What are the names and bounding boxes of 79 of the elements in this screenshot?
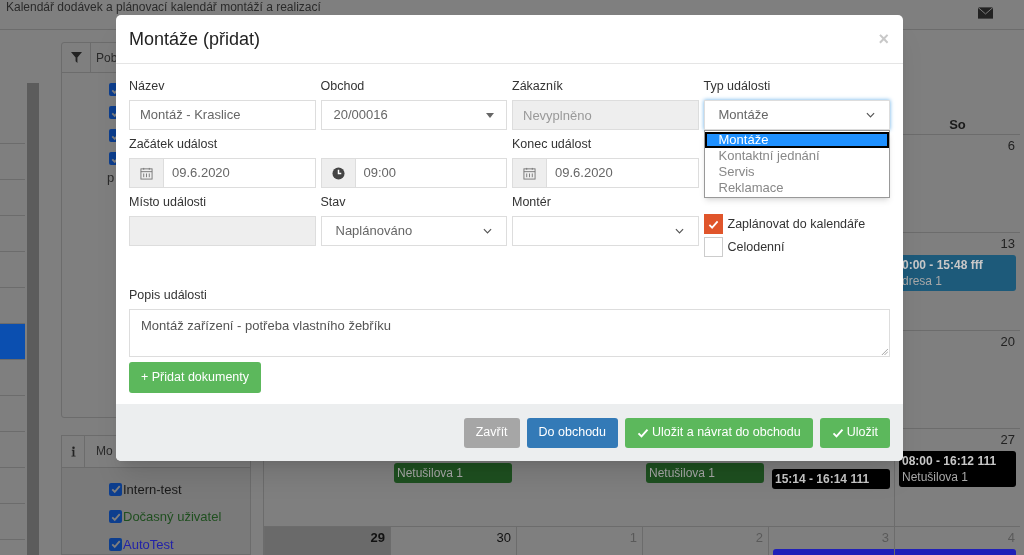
caret-icon xyxy=(486,112,494,118)
select-field[interactable]: 20/00016 xyxy=(320,100,507,130)
page-title: Kalendář dodávek a plánovací kalendář montáží a realizací xyxy=(6,1,321,14)
event-time: 15:14 - 16:14 111 xyxy=(775,471,871,487)
field-label: Začátek událost xyxy=(129,136,219,153)
check-icon xyxy=(110,539,121,550)
calendar-icon xyxy=(140,166,153,180)
check-icon xyxy=(831,426,844,439)
check-icon xyxy=(110,484,121,495)
sidebar-item[interactable] xyxy=(0,324,25,360)
footer-button[interactable]: Zavřít xyxy=(463,417,520,448)
dropdown-option[interactable]: Kontaktní jednání xyxy=(704,148,889,164)
info-icon[interactable] xyxy=(70,445,76,457)
day-number: 29 xyxy=(369,529,386,547)
chevron-down-icon xyxy=(483,228,492,234)
check-icon xyxy=(110,511,121,522)
dropdown-option[interactable]: Reklamace xyxy=(704,180,889,196)
user-label: Intern-test xyxy=(123,480,182,499)
date-field[interactable]: 09.6.2020 xyxy=(129,158,316,188)
field-label: Název xyxy=(129,78,166,95)
text-field[interactable]: Montáž - Kraslice xyxy=(129,100,316,130)
panel-text: p xyxy=(107,170,115,185)
user-label: Dočasný uživatel xyxy=(123,508,222,526)
chevron-down-icon xyxy=(674,228,684,234)
scrollbar[interactable] xyxy=(27,83,39,555)
field-label: Stav xyxy=(320,194,347,211)
disabled-field: Nevyplněno xyxy=(512,100,699,130)
checkbox-label: Zaplánovat do kalendáře xyxy=(727,215,866,233)
check-icon xyxy=(637,426,649,439)
calendar-event[interactable]: 08:00 - 16:12 111 Netušilova 1 xyxy=(899,451,1016,487)
checkbox-label: Celodenní xyxy=(727,238,785,256)
footer-button[interactable]: Do obchodu xyxy=(526,417,618,448)
panel-heading: Mo xyxy=(84,435,113,467)
calendar-event[interactable]: 15:14 - 16:14 111 xyxy=(772,469,890,489)
event-time: 08:00 - 16:12 111 xyxy=(902,453,998,469)
dropdown-option[interactable]: Servis xyxy=(704,164,889,180)
day-number: 20 xyxy=(999,333,1016,351)
field-label: Místo události xyxy=(129,194,208,211)
time-field[interactable]: 09:00 xyxy=(320,158,507,188)
event-place: Netušilova 1 xyxy=(649,465,717,481)
check-icon xyxy=(707,218,719,230)
select-field[interactable]: Montáže xyxy=(703,100,890,130)
event-place: dresa 1 xyxy=(902,273,944,289)
day-number: 27 xyxy=(999,431,1016,449)
event-place: Netušilova 1 xyxy=(397,465,465,481)
field-label: Typ události xyxy=(703,78,772,95)
calendar-event[interactable]: Netušilova 1 xyxy=(646,463,764,483)
dialog-title: Montáže (přidat) xyxy=(129,27,261,51)
field-label: Obchod xyxy=(320,78,366,95)
dropdown-option[interactable]: Montáže xyxy=(704,132,889,148)
date-field[interactable]: 09.6.2020 xyxy=(512,158,699,188)
event-time: 0:00 - 15:48 fff xyxy=(902,257,984,273)
calendar-icon xyxy=(523,166,536,180)
resize-handle-icon[interactable] xyxy=(881,348,888,355)
select-field[interactable] xyxy=(512,216,699,246)
filter-icon[interactable] xyxy=(70,52,82,63)
event-place: Netušilova 1 xyxy=(902,469,970,485)
checkbox[interactable] xyxy=(109,537,122,551)
chevron-down-icon xyxy=(866,112,875,118)
field-label: Popis události xyxy=(129,287,208,304)
mail-icon[interactable] xyxy=(978,7,993,19)
footer-button[interactable]: Uložit a návrat do obchodu xyxy=(625,417,813,448)
day-number: 30 xyxy=(495,529,512,547)
checkbox[interactable] xyxy=(703,214,723,234)
field-label: Konec událost xyxy=(512,136,593,153)
user-label: AutoTest xyxy=(123,535,174,554)
description-textarea[interactable]: Montáž zařízení - potřeba vlastního žebříku xyxy=(129,309,890,357)
day-number: 6 xyxy=(1006,137,1016,155)
add-documents-button[interactable]: + Přidat dokumenty xyxy=(129,362,262,393)
checkbox[interactable] xyxy=(109,482,122,496)
checkbox[interactable] xyxy=(703,237,723,257)
day-number: 13 xyxy=(999,235,1016,253)
select-field[interactable]: Naplánováno xyxy=(320,216,507,246)
clock-icon xyxy=(331,166,345,180)
footer-button[interactable]: Uložit xyxy=(819,417,890,448)
checkbox[interactable] xyxy=(109,510,122,524)
calendar-event[interactable]: Netušilova 1 xyxy=(394,463,512,483)
field-label: Zákazník xyxy=(512,78,564,95)
field-label: Montér xyxy=(512,194,552,211)
